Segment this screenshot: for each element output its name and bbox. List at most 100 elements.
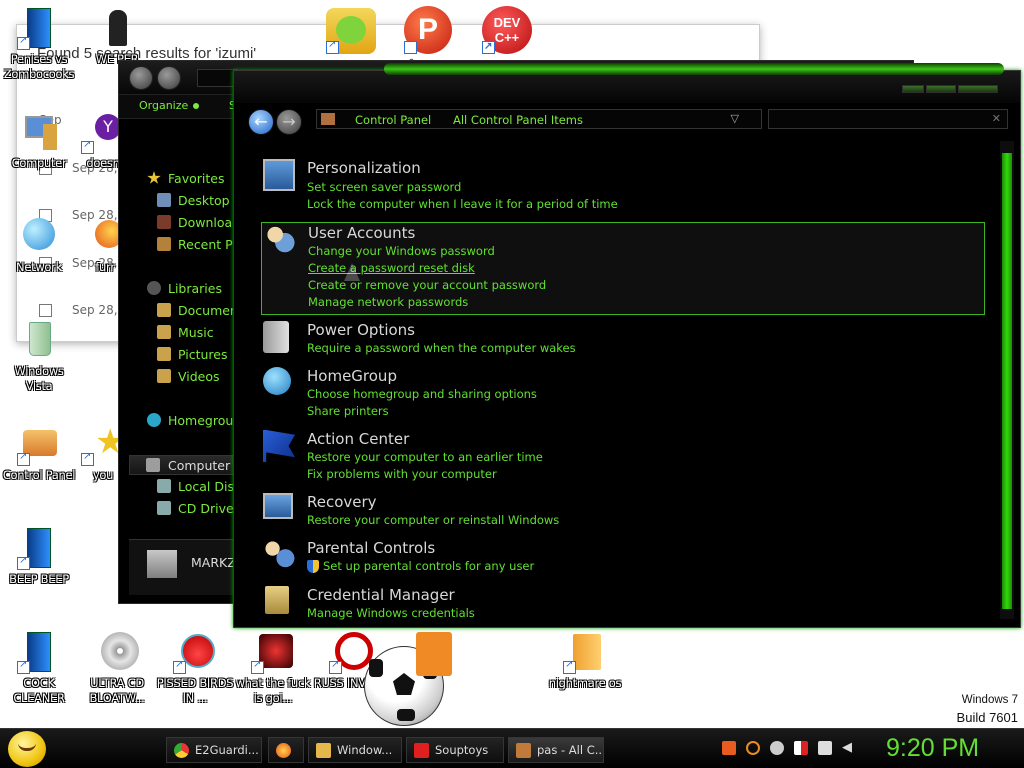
maximize-button[interactable] <box>926 85 956 93</box>
desktop-icon-beep-beep[interactable]: BEEP BEEP <box>0 526 78 587</box>
angry-pig-game-icon[interactable] <box>326 8 376 54</box>
control-panel-window: ← → Control Panel All Control Panel Item… <box>233 63 1021 628</box>
nav-computer-header[interactable]: Computer <box>129 455 239 475</box>
network-globe-icon <box>17 214 61 258</box>
task-control-panel[interactable]: pas - All C... <box>508 737 604 763</box>
category-link[interactable]: Manage Windows credentials <box>307 606 475 620</box>
category-link[interactable]: Change your Windows password <box>308 244 495 258</box>
result-checkbox[interactable] <box>39 304 52 317</box>
category-title[interactable]: Credential Manager <box>307 586 455 604</box>
computer-icon <box>147 550 177 578</box>
shortcut-arrow-icon <box>482 39 495 54</box>
category-title[interactable]: Personalization <box>307 159 421 177</box>
address-bar[interactable]: Control Panel All Control Panel Items ▽ … <box>316 109 783 129</box>
task-windows-explorer[interactable]: Window... <box>308 737 402 763</box>
cd-drive-icon <box>157 501 171 515</box>
clear-search-icon[interactable]: ✕ <box>992 112 1001 125</box>
videos-icon <box>157 369 171 383</box>
nav-homegroup[interactable]: Homegroup <box>147 413 241 428</box>
nav-cd-drive[interactable]: CD Drive ( <box>157 501 243 516</box>
nav-libraries[interactable]: Libraries <box>147 281 222 296</box>
category-title[interactable]: Action Center <box>307 430 409 448</box>
desktop-icon-ultra-cd[interactable]: ULTRA CD BLOATW... <box>78 630 156 706</box>
vertical-scrollbar[interactable] <box>1000 141 1014 619</box>
dev-cpp-icon[interactable]: DEV C++ <box>482 6 532 54</box>
category-link[interactable]: Set screen saver password <box>307 180 461 194</box>
forward-arrow-icon[interactable] <box>157 66 181 90</box>
explorer-address-bar[interactable] <box>197 69 237 87</box>
category-link[interactable]: Restore your computer or reinstall Windo… <box>307 513 559 527</box>
volume-icon[interactable]: ◀ <box>842 741 856 755</box>
nav-videos[interactable]: Videos <box>157 369 220 384</box>
back-arrow-icon[interactable]: ← <box>248 109 274 135</box>
nav-label: Libraries <box>168 281 222 296</box>
desktop-icon-cock-cleaner[interactable]: COCK CLEANER <box>0 630 78 706</box>
computer-icon <box>17 110 61 154</box>
desktop-icon-pissed-birds[interactable]: PISSED BIRDS IN ... <box>156 630 234 706</box>
dev-cpp-label: DEV C++ <box>493 15 521 45</box>
desktop-icon-penises-vs-zombocooks[interactable]: Penises vs Zombocooks <box>0 6 78 82</box>
chevron-down-icon[interactable]: ▽ <box>731 112 739 125</box>
task-firefox[interactable] <box>268 737 304 763</box>
breadcrumb-control-panel[interactable]: Control Panel <box>355 113 431 127</box>
start-button[interactable] <box>8 731 46 767</box>
desktop-icon-nightmare-os[interactable]: nightmare os <box>546 630 624 691</box>
category-title[interactable]: Recovery <box>307 493 377 511</box>
taskbar-clock[interactable]: 9:20 PM <box>886 734 979 763</box>
category-title[interactable]: Power Options <box>307 321 415 339</box>
shortcut-arrow-icon <box>326 39 339 54</box>
category-title[interactable]: HomeGroup <box>307 367 397 385</box>
task-e2guardian[interactable]: E2Guardi... <box>166 737 262 763</box>
task-souptoys[interactable]: Souptoys <box>406 737 504 763</box>
category-link[interactable]: Fix problems with your computer <box>307 467 497 481</box>
category-link[interactable]: Require a password when the computer wak… <box>307 341 576 355</box>
category-link[interactable]: Share printers <box>307 404 389 418</box>
nav-downloads[interactable]: Download <box>157 215 240 230</box>
nav-documents[interactable]: Document <box>157 303 243 318</box>
mouse-cursor-icon <box>344 263 360 281</box>
shield-icon <box>307 560 319 573</box>
nav-favorites[interactable]: Favorites <box>147 171 224 186</box>
nav-desktop[interactable]: Desktop <box>157 193 230 208</box>
tray-app-icon[interactable] <box>722 741 736 755</box>
task-label: E2Guardi... <box>195 743 259 757</box>
category-link[interactable]: Restore your computer to an earlier time <box>307 450 543 464</box>
nav-music[interactable]: Music <box>157 325 214 340</box>
scrollbar-thumb[interactable] <box>1002 153 1012 609</box>
search-icon[interactable] <box>746 741 760 755</box>
desktop-icon-what-the[interactable]: what the fuck is goi... <box>234 630 312 706</box>
category-link[interactable]: Manage network passwords <box>308 295 468 309</box>
action-center-flag-icon[interactable] <box>794 741 808 755</box>
close-button[interactable] <box>958 85 998 93</box>
p-app-icon[interactable]: P <box>404 6 452 87</box>
category-link[interactable]: Set up parental controls for any user <box>323 559 534 573</box>
desktop-icon-windows-vista[interactable]: Windows Vista <box>0 318 78 394</box>
shortcut-arrow-icon <box>17 659 30 674</box>
back-arrow-icon[interactable] <box>129 66 153 90</box>
nav-local-disk[interactable]: Local Disk <box>157 479 241 494</box>
desktop-icon-we-per[interactable]: WE PER <box>78 6 156 67</box>
nav-pictures[interactable]: Pictures <box>157 347 228 362</box>
search-input[interactable]: ✕ <box>768 109 1008 129</box>
messenger-icon[interactable] <box>770 741 784 755</box>
windows-build-watermark: Windows 7 Build 7601 <box>957 692 1018 726</box>
shortcut-arrow-icon <box>563 659 576 674</box>
category-link[interactable]: Lock the computer when I leave it for a … <box>307 197 618 211</box>
homegroup-globe-icon <box>263 367 291 395</box>
category-title[interactable]: Parental Controls <box>307 539 435 557</box>
minimize-button[interactable] <box>902 85 924 93</box>
breadcrumb-all-items[interactable]: All Control Panel Items <box>453 113 583 127</box>
nav-label: Local Disk <box>178 479 242 494</box>
nav-recent-places[interactable]: Recent Pl <box>157 237 236 252</box>
category-link[interactable]: Create a password reset disk <box>308 261 475 275</box>
orange-app-icon[interactable] <box>416 632 452 676</box>
libraries-icon <box>147 281 161 295</box>
forward-arrow-icon[interactable]: → <box>276 109 302 135</box>
result-row[interactable]: Sep 28, <box>39 303 118 317</box>
category-link[interactable]: Choose homegroup and sharing options <box>307 387 537 401</box>
desktop-icon-label: COCK CLEANER <box>13 676 65 705</box>
downloads-icon <box>157 215 171 229</box>
organize-button[interactable]: Organize <box>139 99 200 112</box>
network-icon[interactable] <box>818 741 832 755</box>
category-title[interactable]: User Accounts <box>308 224 415 242</box>
